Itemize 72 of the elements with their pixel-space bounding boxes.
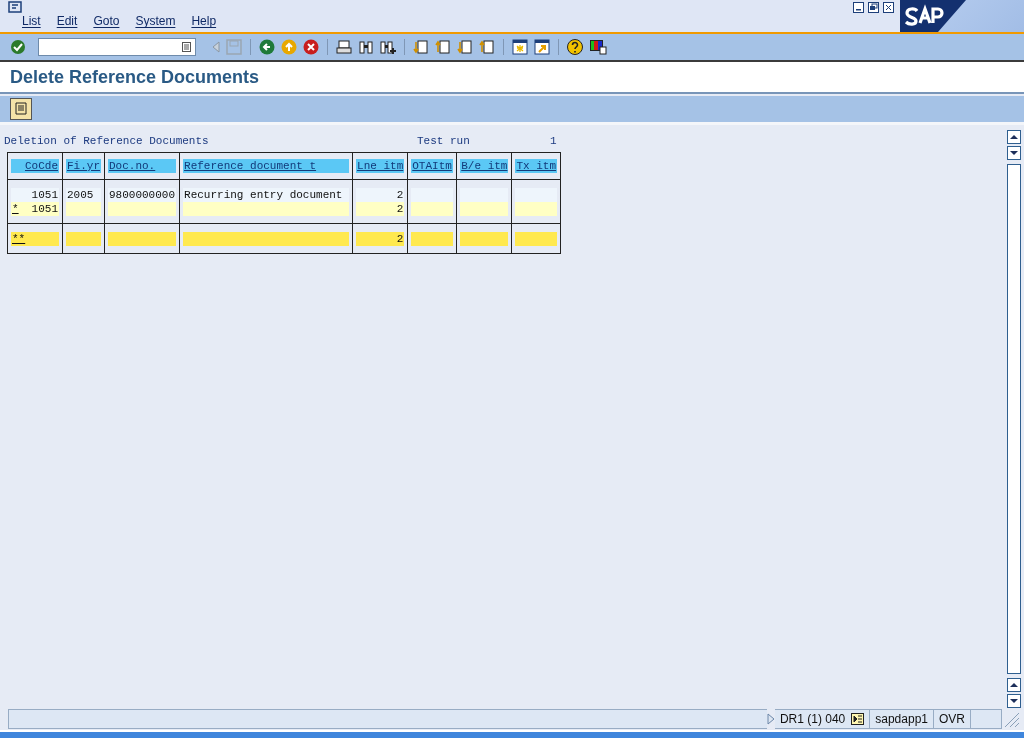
close-icon[interactable] xyxy=(883,2,894,13)
binoculars-icon[interactable] xyxy=(358,39,374,55)
subtotal-marker[interactable]: * xyxy=(12,202,19,216)
test-run-label: Test run xyxy=(417,135,471,149)
menu-item[interactable]: System xyxy=(135,14,176,28)
column-header[interactable]: Doc.no. xyxy=(108,159,177,173)
column-header[interactable]: OTAItm xyxy=(411,159,454,173)
scroll-down-icon[interactable] xyxy=(1007,694,1021,708)
table-cell xyxy=(411,202,454,216)
column-header[interactable]: B/e itm xyxy=(460,159,509,173)
new-window-icon[interactable] xyxy=(512,39,528,55)
table-cell xyxy=(108,232,177,246)
list-icon[interactable] xyxy=(851,713,865,725)
menu-item[interactable]: Help xyxy=(191,14,217,28)
help-icon[interactable] xyxy=(567,39,583,55)
column-header[interactable]: Reference document t xyxy=(183,159,350,173)
table-cell: Recurring entry document xyxy=(183,188,350,202)
table-cell: 2 xyxy=(356,202,405,216)
table-cell: 2 xyxy=(356,232,405,246)
scroll-down-icon[interactable] xyxy=(1007,146,1021,160)
test-run-value: 1 xyxy=(550,135,557,149)
command-field[interactable] xyxy=(38,38,196,56)
table-cell xyxy=(460,202,509,216)
minimize-icon[interactable] xyxy=(853,2,864,13)
system-info: DR1 (1) 040 xyxy=(779,711,846,728)
column-header[interactable]: Lne itm xyxy=(356,159,405,173)
table-cell xyxy=(108,202,177,216)
page-arrow-icon[interactable] xyxy=(479,39,495,55)
window-menu-icon[interactable] xyxy=(8,1,22,13)
table-cell xyxy=(460,232,509,246)
restore-icon[interactable] xyxy=(868,2,879,13)
page-arrow-icon[interactable] xyxy=(435,39,451,55)
table-cell xyxy=(411,188,454,202)
column-header[interactable]: Tx itm xyxy=(515,159,558,173)
table-cell xyxy=(411,232,454,246)
page-arrow-icon[interactable] xyxy=(413,39,429,55)
expand-triangle-icon[interactable] xyxy=(766,713,775,725)
table-cell xyxy=(515,232,558,246)
server-name: sapdapp1 xyxy=(870,709,934,729)
scroll-up-icon[interactable] xyxy=(1007,678,1021,692)
column-header[interactable]: CoCde xyxy=(11,159,59,173)
table-cell: 9800000000 xyxy=(108,188,177,202)
page-arrow-icon[interactable] xyxy=(457,39,473,55)
table-cell: 2005 xyxy=(66,188,101,202)
scroll-thumb[interactable] xyxy=(1007,164,1021,674)
check-icon[interactable] xyxy=(10,39,26,55)
table-cell: 2 xyxy=(356,188,405,202)
shortcut-icon[interactable] xyxy=(534,39,550,55)
menu-item[interactable]: Goto xyxy=(93,14,120,28)
back-icon[interactable] xyxy=(259,39,275,55)
menu-item[interactable]: List xyxy=(22,14,41,28)
binoculars-plus-icon[interactable] xyxy=(380,39,396,55)
screen-title: Delete Reference Documents xyxy=(10,66,260,88)
subtotal-marker[interactable]: ** xyxy=(12,232,26,246)
table-cell: * 1051 xyxy=(11,202,59,216)
input-mode: OVR xyxy=(934,709,971,729)
status-field xyxy=(971,709,1002,729)
scroll-up-icon[interactable] xyxy=(1007,130,1021,144)
monitor-icon[interactable] xyxy=(589,39,607,55)
logo-icon xyxy=(900,0,966,32)
cancel-icon[interactable] xyxy=(303,39,319,55)
table-cell xyxy=(66,202,101,216)
table-cell xyxy=(66,232,101,246)
report-heading: Deletion of Reference Documents xyxy=(4,135,210,149)
table-cell xyxy=(515,202,558,216)
table-cell xyxy=(515,188,558,202)
column-header[interactable]: Fi.yr xyxy=(66,159,101,173)
table-cell: 1051 xyxy=(11,188,59,202)
resize-grip-icon[interactable] xyxy=(1002,710,1020,728)
table-cell xyxy=(460,188,509,202)
print-icon[interactable] xyxy=(336,39,352,55)
menu-item[interactable]: Edit xyxy=(56,14,78,28)
